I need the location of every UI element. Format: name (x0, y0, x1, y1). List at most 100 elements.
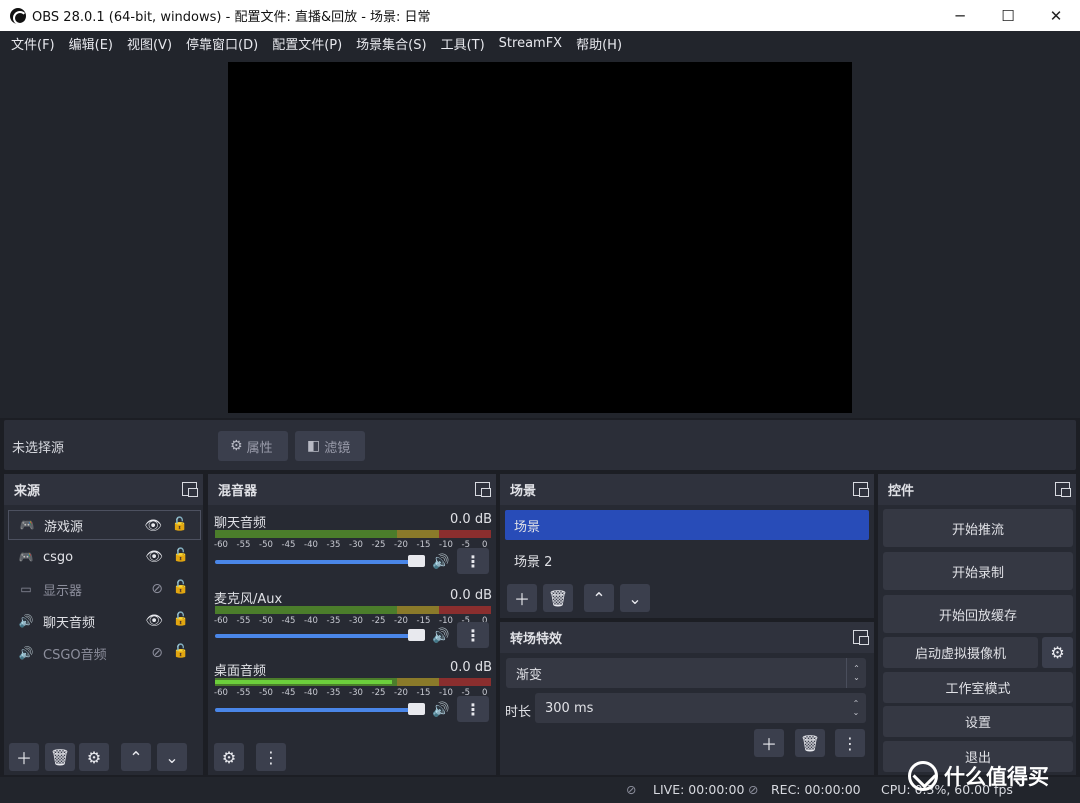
live-signal-icon: ⊘ (626, 782, 637, 797)
menu-profile[interactable]: 配置文件(P) (265, 34, 349, 53)
add-transition-button[interactable]: ＋ (754, 729, 784, 757)
volume-slider[interactable] (215, 560, 425, 564)
scenes-header: 场景 (500, 474, 874, 505)
meter-tick-label: -40 (304, 688, 318, 698)
remove-scene-button[interactable]: 🗑 (543, 584, 573, 612)
menu-tools[interactable]: 工具(T) (434, 34, 492, 53)
mixer-menu-button[interactable]: ⋮ (256, 743, 286, 771)
mute-speaker-icon[interactable]: 🔊 (432, 702, 449, 718)
controls-title: 控件 (888, 484, 915, 499)
start-virtual-camera-button[interactable]: 启动虚拟摄像机 (883, 637, 1038, 668)
remove-source-button[interactable]: 🗑 (45, 743, 75, 771)
undock-icon[interactable] (853, 630, 869, 645)
meter-tick-label: -40 (304, 616, 318, 626)
move-source-up-button[interactable]: ⌃ (121, 743, 151, 771)
channel-menu-button[interactable]: ⋮ (457, 548, 489, 574)
eye-icon[interactable]: 👁 (145, 549, 163, 565)
meter-tick-label: -45 (281, 688, 296, 698)
source-item[interactable]: 🎮 游戏源 👁 🔓 (8, 510, 201, 540)
meter-tick-label: -60 (214, 616, 228, 626)
meter-tick-label: -35 (326, 540, 341, 550)
volume-slider[interactable] (215, 708, 425, 712)
plus-icon: ＋ (15, 749, 32, 768)
menu-streamfx[interactable]: StreamFX (492, 36, 569, 51)
channel-menu-button[interactable]: ⋮ (457, 696, 489, 722)
maximize-button[interactable]: ☐ (984, 0, 1032, 31)
source-item[interactable]: 🎮 csgo 👁 🔓 (8, 542, 201, 572)
smzdm-logo-icon (908, 761, 938, 791)
undock-icon[interactable] (475, 482, 491, 497)
unlock-icon[interactable]: 🔓 (173, 548, 189, 563)
eye-icon[interactable]: 👁 (144, 518, 162, 534)
mute-speaker-icon[interactable]: 🔊 (432, 628, 449, 644)
menu-file[interactable]: 文件(F) (4, 34, 62, 53)
volume-slider-handle[interactable] (408, 555, 425, 567)
preview-canvas[interactable] (228, 62, 852, 413)
unlock-icon[interactable]: 🔓 (173, 644, 189, 659)
undock-icon[interactable] (182, 482, 198, 497)
transition-menu-button[interactable]: ⋮ (835, 729, 865, 757)
eye-hidden-icon[interactable]: ⊘ (151, 645, 163, 661)
spin-arrows-icon[interactable]: ⌃ ⌄ (846, 693, 866, 723)
meter-tick-label: -20 (394, 616, 408, 626)
menu-edit[interactable]: 编辑(E) (62, 34, 120, 53)
minimize-button[interactable]: ─ (936, 0, 984, 31)
undock-icon[interactable] (853, 482, 869, 497)
undock-icon[interactable] (1055, 482, 1071, 497)
volume-slider[interactable] (215, 634, 425, 638)
menu-view[interactable]: 视图(V) (120, 34, 179, 53)
meter-ticks: -60 -55 -50 -45 -40 -35 -30 -25 -20 -15 -10 -5 0 (214, 616, 492, 626)
mute-speaker-icon[interactable]: 🔊 (432, 554, 449, 570)
gamepad-icon: 🎮 (18, 550, 34, 564)
move-scene-down-button[interactable]: ⌄ (620, 584, 650, 612)
transition-select[interactable]: 渐变 ⌃ ⌄ (506, 658, 866, 688)
plus-icon: ＋ (760, 735, 777, 754)
eye-icon[interactable]: 👁 (145, 613, 163, 629)
unlock-icon[interactable]: 🔓 (173, 612, 189, 627)
trash-icon: 🗑 (799, 733, 821, 753)
volume-slider-handle[interactable] (408, 703, 425, 715)
source-item[interactable]: ▭ 显示器 ⊘ 🔓 (8, 574, 201, 604)
settings-button[interactable]: 设置 (883, 706, 1073, 737)
meter-tick-label: -35 (326, 688, 341, 698)
move-source-down-button[interactable]: ⌄ (157, 743, 187, 771)
close-button[interactable]: ✕ (1032, 0, 1080, 31)
volume-slider-handle[interactable] (408, 629, 425, 641)
start-replay-buffer-button[interactable]: 开始回放缓存 (883, 595, 1073, 633)
meter-tick-label: -10 (439, 616, 453, 626)
scene-item[interactable]: 场景 (505, 510, 869, 540)
remove-transition-button[interactable]: 🗑 (795, 729, 825, 757)
controls-header: 控件 (878, 474, 1076, 505)
scene-item[interactable]: 场景 2 (505, 545, 869, 575)
unlock-icon[interactable]: 🔓 (173, 580, 189, 595)
source-properties-button[interactable]: ⚙ (79, 743, 109, 771)
transitions-title: 转场特效 (510, 632, 563, 647)
source-item[interactable]: 🔊 聊天音频 👁 🔓 (8, 606, 201, 636)
duration-spinbox[interactable]: 300 ms ⌃ ⌄ (535, 693, 866, 723)
speaker-icon: 🔊 (18, 614, 34, 628)
chevron-up-icon: ⌃ (592, 588, 606, 608)
start-recording-button[interactable]: 开始录制 (883, 552, 1073, 590)
sources-title: 来源 (14, 484, 41, 499)
properties-button[interactable]: ⚙ 属性 (218, 431, 288, 461)
trash-icon: 🗑 (49, 747, 71, 767)
meter-tick-label: -10 (439, 688, 453, 698)
add-scene-button[interactable]: ＋ (507, 584, 537, 612)
menu-docks[interactable]: 停靠窗口(D) (179, 34, 265, 53)
meter-tick-label: -50 (259, 540, 273, 550)
move-scene-up-button[interactable]: ⌃ (584, 584, 614, 612)
source-item[interactable]: 🔊 CSGO音频 ⊘ 🔓 (8, 638, 201, 668)
start-streaming-button[interactable]: 开始推流 (883, 509, 1073, 547)
unlock-icon[interactable]: 🔓 (172, 517, 188, 532)
eye-hidden-icon[interactable]: ⊘ (151, 581, 163, 597)
gear-icon: ⚙ (86, 747, 102, 767)
filters-button[interactable]: ◧ 滤镜 (295, 431, 365, 461)
menu-scene-collection[interactable]: 场景集合(S) (349, 34, 433, 53)
add-source-button[interactable]: ＋ (9, 743, 39, 771)
channel-menu-button[interactable]: ⋮ (457, 622, 489, 648)
virtual-camera-settings-button[interactable]: ⚙ (1042, 637, 1073, 668)
studio-mode-button[interactable]: 工作室模式 (883, 672, 1073, 703)
mixer-advanced-settings-button[interactable]: ⚙ (214, 743, 244, 771)
meter-tick-label: -50 (259, 616, 273, 626)
menu-help[interactable]: 帮助(H) (569, 34, 629, 53)
